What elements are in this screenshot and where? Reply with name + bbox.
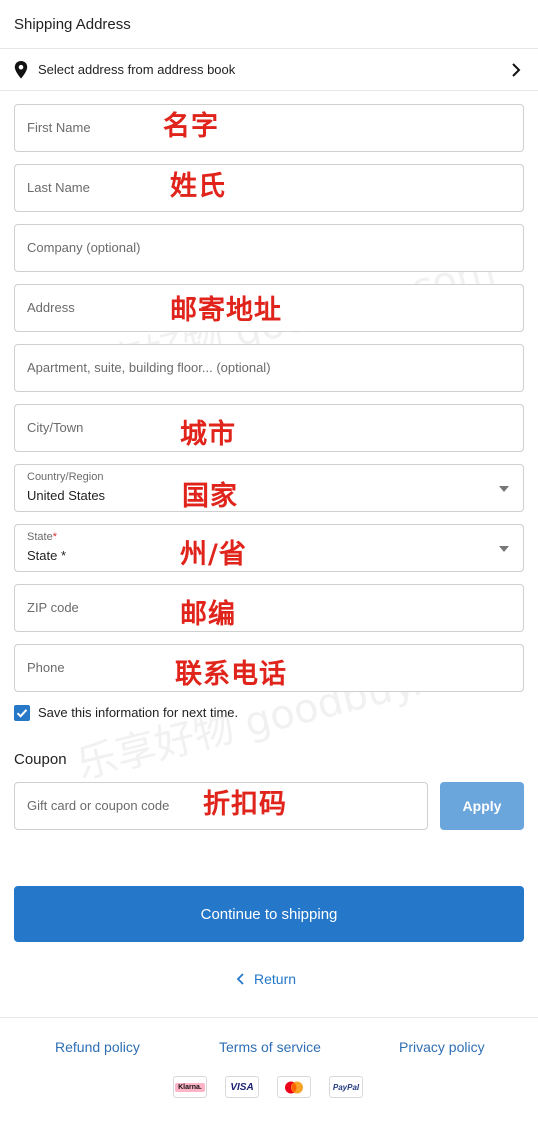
required-mark: * (52, 531, 57, 543)
state-annotation: 州/省 (180, 539, 247, 570)
first-name-placeholder: First Name (27, 120, 91, 135)
city-field[interactable]: City/Town (14, 404, 524, 452)
visa-icon: VISA (225, 1076, 259, 1098)
state-select[interactable]: State* State * (14, 524, 524, 572)
first-name-annotation: 名字 (163, 111, 219, 142)
coupon-annotation: 折扣码 (203, 789, 287, 820)
address-annotation: 邮寄地址 (170, 295, 282, 326)
save-info-checkbox[interactable] (14, 705, 30, 721)
return-link[interactable]: Return (236, 971, 296, 987)
country-value: United States (27, 488, 106, 503)
save-info-row[interactable]: Save this information for next time. (14, 705, 238, 721)
zip-placeholder: ZIP code (27, 600, 79, 615)
coupon-title: Coupon (14, 751, 67, 768)
page-title: Shipping Address (14, 16, 131, 33)
apartment-placeholder: Apartment, suite, building floor... (opt… (27, 360, 271, 375)
checkmark-icon (16, 709, 28, 718)
phone-annotation: 联系电话 (175, 659, 287, 690)
return-label: Return (254, 971, 297, 987)
caret-down-icon (499, 546, 509, 552)
phone-placeholder: Phone (27, 660, 65, 675)
company-field[interactable]: Company (optional) (14, 224, 524, 272)
address-book-selector[interactable]: Select address from address book (0, 48, 538, 91)
state-label: State* (27, 531, 57, 543)
country-annotation: 国家 (182, 481, 238, 512)
footer-divider (0, 1017, 538, 1018)
apply-button[interactable]: Apply (440, 782, 524, 830)
zip-field[interactable]: ZIP code (14, 584, 524, 632)
country-label: Country/Region (27, 471, 104, 483)
paypal-icon: PayPal (329, 1076, 363, 1098)
company-placeholder: Company (optional) (27, 240, 141, 255)
apartment-field[interactable]: Apartment, suite, building floor... (opt… (14, 344, 524, 392)
terms-of-service-link[interactable]: Terms of service (219, 1039, 321, 1055)
refund-policy-link[interactable]: Refund policy (55, 1039, 140, 1055)
continue-to-shipping-button[interactable]: Continue to shipping (14, 886, 524, 942)
caret-down-icon (499, 486, 509, 492)
privacy-policy-link[interactable]: Privacy policy (399, 1039, 485, 1055)
address-book-label: Select address from address book (38, 62, 236, 77)
address-placeholder: Address (27, 300, 75, 315)
save-info-label: Save this information for next time. (38, 705, 239, 720)
last-name-field[interactable]: Last Name (14, 164, 524, 212)
map-pin-icon (14, 61, 28, 79)
state-value: State * (27, 548, 67, 563)
first-name-field[interactable]: First Name (14, 104, 524, 152)
last-name-annotation: 姓氏 (170, 171, 226, 202)
klarna-icon: Klarna. (173, 1076, 207, 1098)
chevron-left-icon (236, 973, 244, 985)
coupon-placeholder: Gift card or coupon code (27, 798, 170, 813)
chevron-right-icon (512, 63, 521, 77)
last-name-placeholder: Last Name (27, 180, 90, 195)
city-annotation: 城市 (180, 419, 236, 450)
zip-annotation: 邮编 (180, 599, 236, 630)
city-placeholder: City/Town (27, 420, 84, 435)
mastercard-icon (277, 1076, 311, 1098)
country-select[interactable]: Country/Region United States (14, 464, 524, 512)
